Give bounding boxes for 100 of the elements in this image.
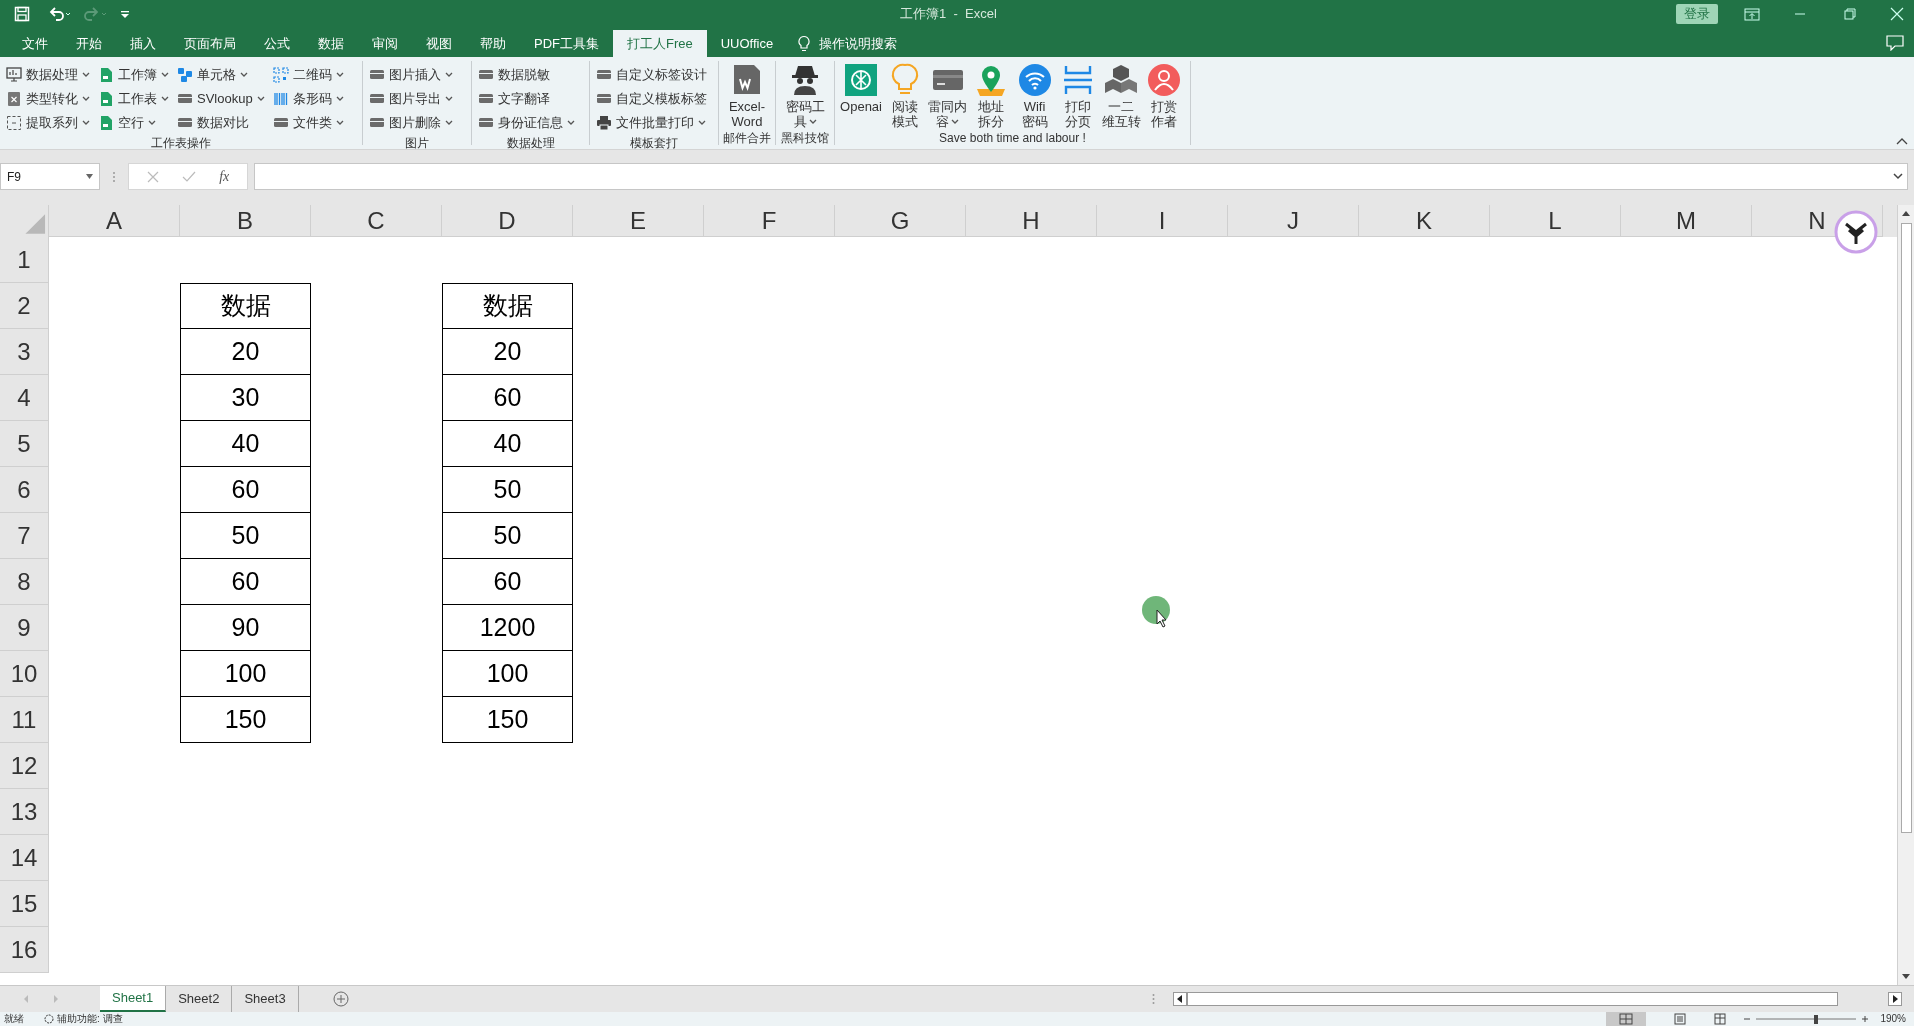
expand-icon[interactable] — [1893, 173, 1903, 180]
scroll-down-icon[interactable] — [1901, 973, 1911, 981]
scrollbar-thumb[interactable] — [1900, 223, 1912, 833]
ribbon-button[interactable]: 空行 — [98, 111, 169, 134]
ribbon-button[interactable]: 提取系列 — [6, 111, 90, 134]
dropdown-caret-icon[interactable] — [82, 71, 90, 78]
ribbon-button[interactable]: 单元格 — [177, 63, 265, 86]
ribbon-large-button[interactable]: Wifi 密码 — [1014, 63, 1055, 129]
ribbon-large-button[interactable]: 密码工 具 — [785, 63, 825, 129]
dropdown-caret-icon[interactable] — [698, 119, 706, 126]
column-header[interactable]: H — [966, 205, 1097, 237]
ribbon-button[interactable]: 图片导出 — [369, 87, 453, 110]
menu-tab[interactable]: 页面布局 — [170, 30, 250, 57]
normal-view-icon[interactable] — [1606, 1012, 1647, 1026]
horizontal-scrollbar-thumb[interactable] — [1187, 992, 1838, 1006]
column-header[interactable]: D — [442, 205, 573, 237]
ribbon-large-button[interactable]: 阅读 模式 — [885, 63, 925, 129]
menu-tab[interactable]: 开始 — [62, 30, 116, 57]
collapse-ribbon-icon[interactable] — [1896, 137, 1908, 145]
menu-tab[interactable]: 打工人Free — [613, 30, 707, 57]
menu-tab[interactable]: 帮助 — [466, 30, 520, 57]
column-header[interactable]: K — [1359, 205, 1490, 237]
dropdown-caret-icon[interactable] — [82, 95, 90, 102]
menu-tab[interactable]: UUOffice — [706, 30, 788, 57]
column-header[interactable]: B — [180, 205, 311, 237]
ribbon-button[interactable]: 图片删除 — [369, 111, 453, 134]
row-header[interactable]: 13 — [0, 789, 49, 835]
dropdown-caret-icon[interactable] — [240, 71, 248, 78]
accessibility-icon[interactable] — [44, 1014, 54, 1024]
ribbon-large-button[interactable]: Openai — [841, 63, 881, 129]
ribbon-large-button[interactable]: 一二 维互转 — [1101, 63, 1141, 129]
dropdown-caret-icon[interactable] — [445, 95, 453, 102]
menu-tab[interactable]: 审阅 — [358, 30, 412, 57]
dropdown-caret-icon[interactable] — [445, 119, 453, 126]
insert-function-button[interactable]: fx — [219, 166, 230, 187]
dropdown-caret-icon[interactable] — [335, 119, 344, 126]
search-hint[interactable]: 操作说明搜索 — [819, 33, 898, 54]
ribbon-large-button[interactable]: 打印 分页 — [1058, 63, 1098, 129]
ribbon-large-button[interactable]: 打赏 作者 — [1144, 63, 1184, 129]
save-icon[interactable] — [14, 6, 30, 22]
row-header[interactable]: 1 — [0, 237, 49, 283]
ribbon-button[interactable]: 图片插入 — [369, 63, 453, 86]
ribbon-button[interactable]: 类型转化 — [6, 87, 90, 110]
row-header[interactable]: 4 — [0, 375, 49, 421]
zoom-level[interactable]: 190% — [1880, 1013, 1906, 1025]
ribbon-button[interactable]: 工作表 — [98, 87, 169, 110]
ribbon-button[interactable]: 数据脱敏 — [478, 63, 575, 86]
formula-input[interactable] — [254, 163, 1908, 190]
ribbon-button[interactable]: 数据对比 — [177, 111, 265, 134]
dropdown-caret-icon[interactable] — [808, 118, 817, 125]
ribbon-button[interactable]: 条形码 — [272, 87, 344, 110]
menu-tab[interactable]: 插入 — [116, 30, 170, 57]
customize-toolbar-icon[interactable] — [120, 9, 130, 19]
dropdown-caret-icon[interactable] — [82, 119, 90, 126]
menu-tab[interactable]: 文件 — [8, 30, 62, 57]
row-header[interactable]: 9 — [0, 605, 49, 651]
restore-icon[interactable] — [1844, 8, 1856, 20]
row-header[interactable]: 12 — [0, 743, 49, 789]
ribbon-button[interactable]: 数据处理 — [6, 63, 90, 86]
ribbon-large-button[interactable]: 雷同内 容 — [928, 63, 968, 129]
page-layout-icon[interactable] — [1674, 1013, 1687, 1025]
ribbon-button[interactable]: SVlookup — [177, 87, 265, 110]
column-header[interactable]: E — [573, 205, 704, 237]
undo-icon[interactable] — [48, 6, 72, 22]
add-sheet-icon[interactable] — [332, 991, 349, 1007]
ribbon-large-button[interactable]: Excel- Word — [727, 63, 767, 129]
ribbon-button[interactable]: 自定义模板标签 — [596, 87, 707, 110]
ribbon-button[interactable]: 自定义标签设计 — [596, 63, 707, 86]
scroll-right-icon[interactable] — [1888, 992, 1902, 1006]
ribbon-button[interactable]: 身份证信息 — [478, 111, 575, 134]
comment-icon[interactable] — [1886, 35, 1904, 51]
ribbon-button[interactable]: 文件类 — [272, 111, 344, 134]
add-in-logo-icon[interactable] — [1834, 210, 1878, 254]
name-box[interactable]: F9 — [0, 163, 100, 190]
menu-tab[interactable]: 公式 — [250, 30, 304, 57]
row-header[interactable]: 8 — [0, 559, 49, 605]
row-header[interactable]: 10 — [0, 651, 49, 697]
ribbon-button[interactable]: 文字翻译 — [478, 87, 575, 110]
accessibility-status[interactable]: 辅助功能: 调查 — [57, 1013, 123, 1025]
zoom-slider-icon[interactable] — [1742, 1013, 1871, 1025]
dropdown-caret-icon[interactable] — [161, 95, 169, 102]
menu-tab[interactable]: PDF工具集 — [520, 30, 613, 57]
row-header[interactable]: 6 — [0, 467, 49, 513]
row-header[interactable]: 3 — [0, 329, 49, 375]
scroll-up-icon[interactable] — [1901, 209, 1911, 217]
ribbon-button[interactable]: 二维码 — [272, 63, 344, 86]
column-header[interactable]: L — [1490, 205, 1621, 237]
page-break-view-icon[interactable] — [1714, 1013, 1727, 1025]
dropdown-caret-icon[interactable] — [445, 71, 453, 78]
column-header[interactable]: I — [1097, 205, 1228, 237]
row-header[interactable]: 11 — [0, 697, 49, 743]
menu-tab[interactable]: 数据 — [304, 30, 358, 57]
scroll-left-icon[interactable] — [1173, 992, 1187, 1006]
ribbon-display-icon[interactable] — [1744, 7, 1760, 21]
lightbulb-icon[interactable] — [797, 35, 812, 52]
row-header[interactable]: 14 — [0, 835, 49, 881]
dropdown-caret-icon[interactable] — [335, 71, 344, 78]
row-header[interactable]: 5 — [0, 421, 49, 467]
dropdown-caret-icon[interactable] — [335, 95, 344, 102]
ribbon-button[interactable]: 工作簿 — [98, 63, 169, 86]
